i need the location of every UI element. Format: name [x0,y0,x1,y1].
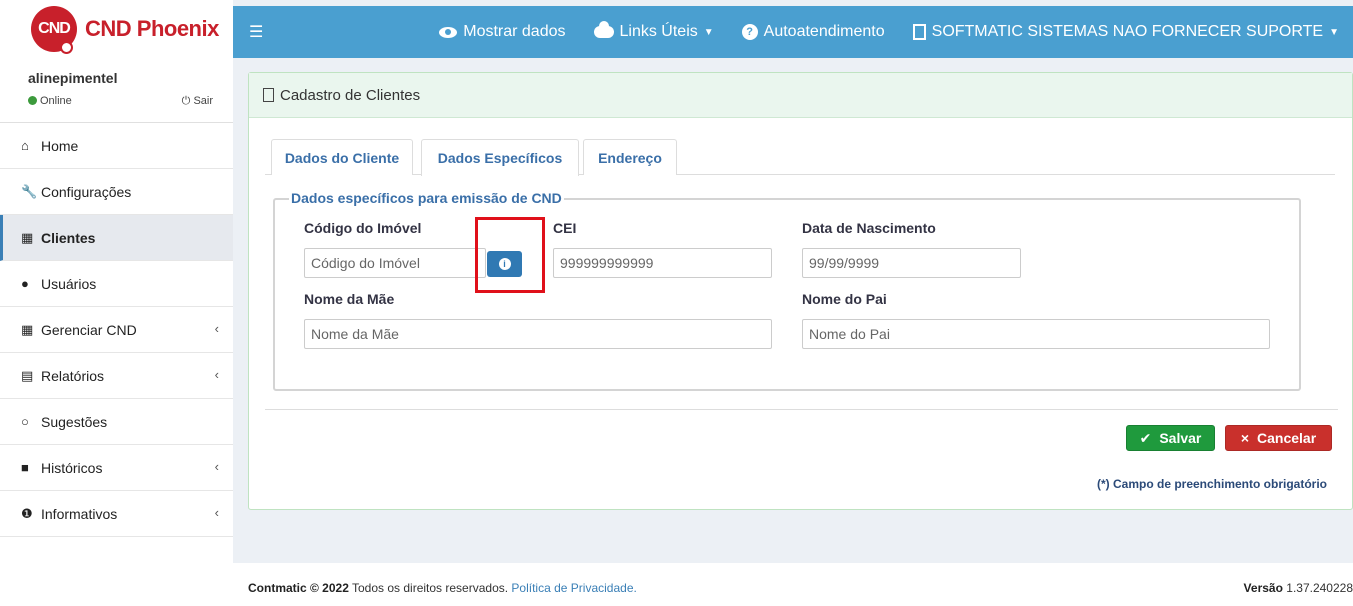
sidebar-item-clientes[interactable]: ▦ Clientes [0,215,233,261]
form-divider [265,409,1338,410]
nome-mae-label: Nome da Mãe [304,291,395,307]
codigo-imovel-info-button[interactable]: i [487,251,522,277]
links-uteis-dropdown[interactable]: Links Úteis ▼ [593,21,714,41]
nome-pai-label: Nome do Pai [802,291,887,307]
close-icon: × [1240,430,1250,446]
save-button[interactable]: ✔ Salvar [1126,425,1215,451]
cei-input[interactable] [553,248,772,278]
nome-pai-input[interactable] [802,319,1270,349]
user-status: Online [28,95,72,108]
chevron-left-icon: ‹ [214,505,219,520]
footer-rights: Todos os direitos reservados. [352,581,509,595]
logout-link[interactable]: ⏻ Sair [182,95,213,108]
required-field-note: (*) Campo de preenchimento obrigatório [1096,477,1327,491]
cloud-icon [593,21,614,38]
question-icon: ? [741,24,758,40]
caret-down-icon: ▼ [1329,26,1339,38]
archive-icon: ■ [21,460,29,475]
footer-brand: Contmatic © 2022 [248,581,349,595]
tab-dados-do-cliente[interactable]: Dados do Cliente [271,139,413,175]
nome-mae-input[interactable] [304,319,772,349]
building-icon [263,88,274,102]
power-icon: ⏻ [181,95,191,107]
sidebar-item-gerenciar-cnd[interactable]: ▦ Gerenciar CND ‹ [0,307,233,353]
data-nascimento-input[interactable] [802,248,1021,278]
chevron-left-icon: ‹ [214,367,219,382]
info-circle-icon: i [498,258,511,270]
version-number: 1.37.240228 [1286,581,1353,595]
tab-endereco[interactable]: Endereço [583,139,677,175]
logo-badge: CND [31,6,77,54]
file-icon: ▤ [21,367,34,383]
wrench-icon: 🔧 [21,183,38,199]
comments-icon: ○ [21,414,29,429]
footer: Contmatic © 2022 Todos os direitos reser… [233,563,1353,606]
sidebar-item-sugestoes[interactable]: ○ Sugestões [0,399,233,445]
sidebar: alinepimentel Online ⏻ Sair ⌂ Home 🔧 Confi… [0,58,233,606]
building-icon: ▦ [21,229,34,245]
user-icon: ● [21,276,29,291]
cancel-button[interactable]: × Cancelar [1225,425,1332,451]
caret-down-icon: ▼ [703,26,714,38]
info-icon: ❶ [21,505,33,521]
codigo-imovel-label: Código do Imóvel [304,220,422,236]
version-label: Versão [1243,581,1283,595]
online-dot-icon [28,96,37,105]
hamburger-icon[interactable]: ☰ [249,22,263,42]
user-name: alinepimentel [28,70,118,86]
cadastro-clientes-panel: Cadastro de Clientes Dados do Cliente Da… [248,72,1353,510]
mostrar-dados-link[interactable]: Mostrar dados [439,23,566,41]
check-icon: ✔ [1139,429,1152,446]
sidebar-item-configuracoes[interactable]: 🔧 Configurações [0,169,233,215]
codigo-imovel-input[interactable] [304,248,486,278]
app-name: CND Phoenix [85,16,219,41]
panel-title: Cadastro de Clientes [280,86,421,104]
user-panel: alinepimentel Online ⏻ Sair [0,58,233,123]
cei-label: CEI [553,220,577,236]
eye-icon [439,26,458,38]
form-tabs: Dados do Cliente Dados Específicos Ender… [265,139,1335,176]
dados-especificos-fieldset: Dados específicos para emissão de CND Có… [273,190,1301,391]
top-navbar: ☰ Mostrar dados Links Úteis ▼ ? Autoaten… [233,6,1353,58]
sidebar-item-home[interactable]: ⌂ Home [0,123,233,169]
sidebar-item-relatorios[interactable]: ▤ Relatórios ‹ [0,353,233,399]
panel-header: Cadastro de Clientes [249,73,1352,118]
app-logo[interactable]: CND CND Phoenix [0,0,233,58]
chevron-left-icon: ‹ [214,321,219,336]
logo-swirl-icon [60,41,73,54]
fieldset-legend: Dados específicos para emissão de CND [289,190,564,206]
calendar-icon: ▦ [21,321,34,337]
sidebar-item-informativos[interactable]: ❶ Informativos ‹ [0,491,233,537]
chevron-left-icon: ‹ [214,459,219,474]
tab-dados-especificos[interactable]: Dados Específicos [421,139,579,176]
home-icon: ⌂ [21,138,29,153]
building-icon [912,24,926,40]
sidebar-item-usuarios[interactable]: ● Usuários [0,261,233,307]
autoatendimento-link[interactable]: ? Autoatendimento [741,23,885,41]
privacy-policy-link[interactable]: Política de Privacidade. [511,581,636,595]
top-nav: Mostrar dados Links Úteis ▼ ? Autoatendi… [439,6,1339,58]
sidebar-item-historicos[interactable]: ■ Históricos ‹ [0,445,233,491]
company-dropdown[interactable]: SOFTMATIC SISTEMAS NAO FORNECER SUPORTE … [912,23,1339,41]
data-nascimento-label: Data de Nascimento [802,220,936,236]
